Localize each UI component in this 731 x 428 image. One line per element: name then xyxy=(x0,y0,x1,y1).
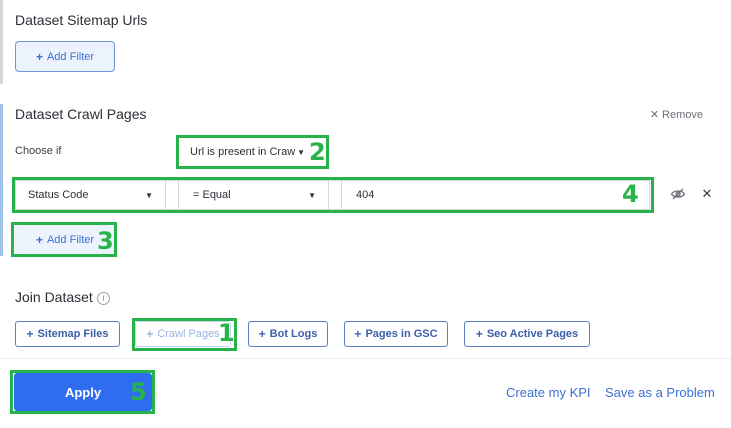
remove-dataset-button[interactable]: ✕ Remove xyxy=(649,108,703,122)
delete-filter-icon[interactable]: ✕ xyxy=(700,186,714,202)
plus-icon: + xyxy=(35,49,43,64)
join-sitemap-files-button[interactable]: + Sitemap Files xyxy=(15,321,120,347)
caret-down-icon: ▼ xyxy=(308,190,316,200)
plus-icon: + xyxy=(258,327,266,341)
filter-operator-value: = Equal xyxy=(193,189,231,201)
footer-divider xyxy=(0,358,731,359)
join-button-label: Sitemap Files xyxy=(37,328,109,340)
create-kpi-link[interactable]: Create my KPI xyxy=(506,385,591,400)
join-button-label: Seo Active Pages xyxy=(486,328,579,340)
filter-operator-select[interactable]: = Equal ▼ xyxy=(179,181,329,209)
crawl-add-filter-button[interactable]: + Add Filter xyxy=(15,225,115,254)
plus-icon: + xyxy=(354,327,362,341)
filter-field-select[interactable]: Status Code ▼ xyxy=(16,181,166,209)
join-crawl-pages-button[interactable]: + Crawl Pages xyxy=(135,321,231,347)
add-filter-label: Add Filter xyxy=(46,233,95,246)
add-filter-label: Add Filter xyxy=(46,50,95,63)
filter-value-input[interactable]: 404 xyxy=(342,181,649,209)
close-icon: ✕ xyxy=(649,109,660,121)
filter-spacer xyxy=(166,181,179,209)
eye-slash-icon[interactable] xyxy=(670,186,686,202)
join-button-label: Crawl Pages xyxy=(157,328,220,340)
choose-if-value: Url is present in Craw xyxy=(190,146,296,158)
plus-icon: + xyxy=(35,232,43,247)
join-pages-in-gsc-button[interactable]: + Pages in GSC xyxy=(344,321,448,347)
join-bot-logs-button[interactable]: + Bot Logs xyxy=(248,321,328,347)
join-button-label: Bot Logs xyxy=(269,328,318,340)
apply-button[interactable]: Apply xyxy=(14,373,152,411)
join-seo-active-pages-button[interactable]: + Seo Active Pages xyxy=(464,321,590,347)
filter-spacer xyxy=(329,181,342,209)
caret-down-icon: ▼ xyxy=(145,190,153,200)
choose-if-label: Choose if xyxy=(15,145,62,157)
remove-label: Remove xyxy=(662,108,703,121)
plus-icon: + xyxy=(475,327,483,341)
save-as-problem-link[interactable]: Save as a Problem xyxy=(605,385,715,400)
sitemap-section-title: Dataset Sitemap Urls xyxy=(15,12,148,28)
section-indicator-sitemap xyxy=(0,0,3,84)
choose-if-select[interactable]: Url is present in Craw ▼ xyxy=(180,138,325,166)
plus-icon: + xyxy=(26,327,34,341)
join-button-label: Pages in GSC xyxy=(365,328,438,340)
filter-field-value: Status Code xyxy=(28,189,89,201)
filter-row: Status Code ▼ = Equal ▼ 404 xyxy=(15,180,650,210)
join-title-text: Join Dataset xyxy=(15,289,93,305)
join-section-title: Join Dataset i xyxy=(15,289,110,305)
section-indicator-crawl xyxy=(0,104,3,256)
caret-down-icon: ▼ xyxy=(297,147,306,157)
crawl-section-title: Dataset Crawl Pages xyxy=(15,106,147,122)
plus-icon: + xyxy=(146,327,154,341)
sitemap-add-filter-button[interactable]: + Add Filter xyxy=(15,41,115,72)
info-icon[interactable]: i xyxy=(96,292,110,305)
